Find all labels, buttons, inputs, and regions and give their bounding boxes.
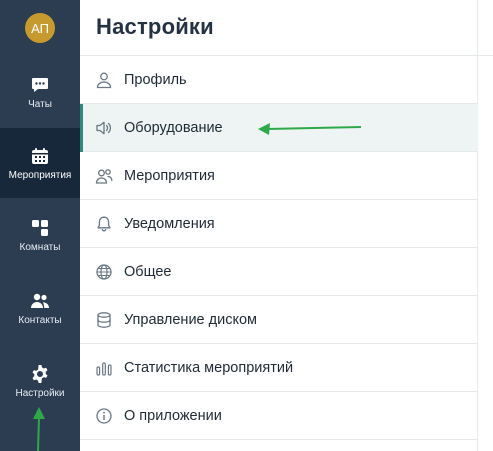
settings-item-notifications[interactable]: Уведомления bbox=[80, 200, 478, 248]
settings-item-label: Профиль bbox=[124, 71, 187, 88]
rooms-icon bbox=[32, 219, 48, 236]
chat-icon bbox=[32, 77, 48, 92]
settings-item-about[interactable]: О приложении bbox=[80, 392, 478, 440]
globe-icon bbox=[96, 264, 112, 280]
avatar-container: АП bbox=[0, 0, 80, 56]
sidebar-item-chats[interactable]: Чаты bbox=[0, 56, 80, 128]
sidebar-item-rooms[interactable]: Комнаты bbox=[0, 198, 80, 272]
speaker-icon bbox=[96, 121, 111, 135]
secondary-panel-edge bbox=[478, 0, 493, 451]
settings-item-profile[interactable]: Профиль bbox=[80, 56, 478, 104]
app-window: АП Чаты Мероприятия Комнаты Контакты Нас… bbox=[0, 0, 493, 451]
calendar-icon bbox=[32, 147, 48, 164]
gear-icon bbox=[32, 364, 48, 383]
secondary-panel-header bbox=[478, 0, 493, 56]
settings-item-label: Статистика мероприятий bbox=[124, 359, 294, 376]
sidebar-item-contacts[interactable]: Контакты bbox=[0, 272, 80, 344]
settings-panel: Настройки Профиль Оборудование Мероприят… bbox=[80, 0, 478, 451]
bell-icon bbox=[97, 216, 111, 232]
settings-item-disk[interactable]: Управление диском bbox=[80, 296, 478, 344]
settings-item-label: Общее bbox=[124, 263, 172, 280]
contacts-icon bbox=[31, 293, 49, 308]
sidebar: АП Чаты Мероприятия Комнаты Контакты Нас… bbox=[0, 0, 80, 451]
settings-item-label: О приложении bbox=[124, 407, 222, 424]
avatar[interactable]: АП bbox=[25, 13, 55, 43]
settings-item-label: Уведомления bbox=[124, 215, 215, 232]
user-icon bbox=[96, 72, 112, 89]
sidebar-item-label: Мероприятия bbox=[8, 169, 72, 181]
sidebar-item-label: Контакты bbox=[18, 314, 62, 326]
settings-item-label: Мероприятия bbox=[124, 167, 215, 184]
sidebar-item-label: Чаты bbox=[28, 98, 52, 110]
settings-item-label: Управление диском bbox=[124, 311, 257, 328]
sidebar-item-label: Комнаты bbox=[19, 241, 61, 253]
page-title: Настройки bbox=[96, 14, 214, 39]
settings-item-hardware[interactable]: Оборудование bbox=[80, 104, 478, 152]
sidebar-item-settings[interactable]: Настройки bbox=[0, 344, 80, 418]
settings-item-stats[interactable]: Статистика мероприятий bbox=[80, 344, 478, 392]
stats-icon bbox=[96, 362, 112, 376]
settings-item-events[interactable]: Мероприятия bbox=[80, 152, 478, 200]
people-icon bbox=[95, 169, 113, 184]
database-icon bbox=[97, 312, 111, 328]
sidebar-item-events[interactable]: Мероприятия bbox=[0, 128, 80, 198]
info-icon bbox=[96, 408, 112, 424]
sidebar-item-label: Настройки bbox=[15, 387, 65, 399]
settings-item-general[interactable]: Общее bbox=[80, 248, 478, 296]
settings-item-label: Оборудование bbox=[124, 119, 223, 136]
